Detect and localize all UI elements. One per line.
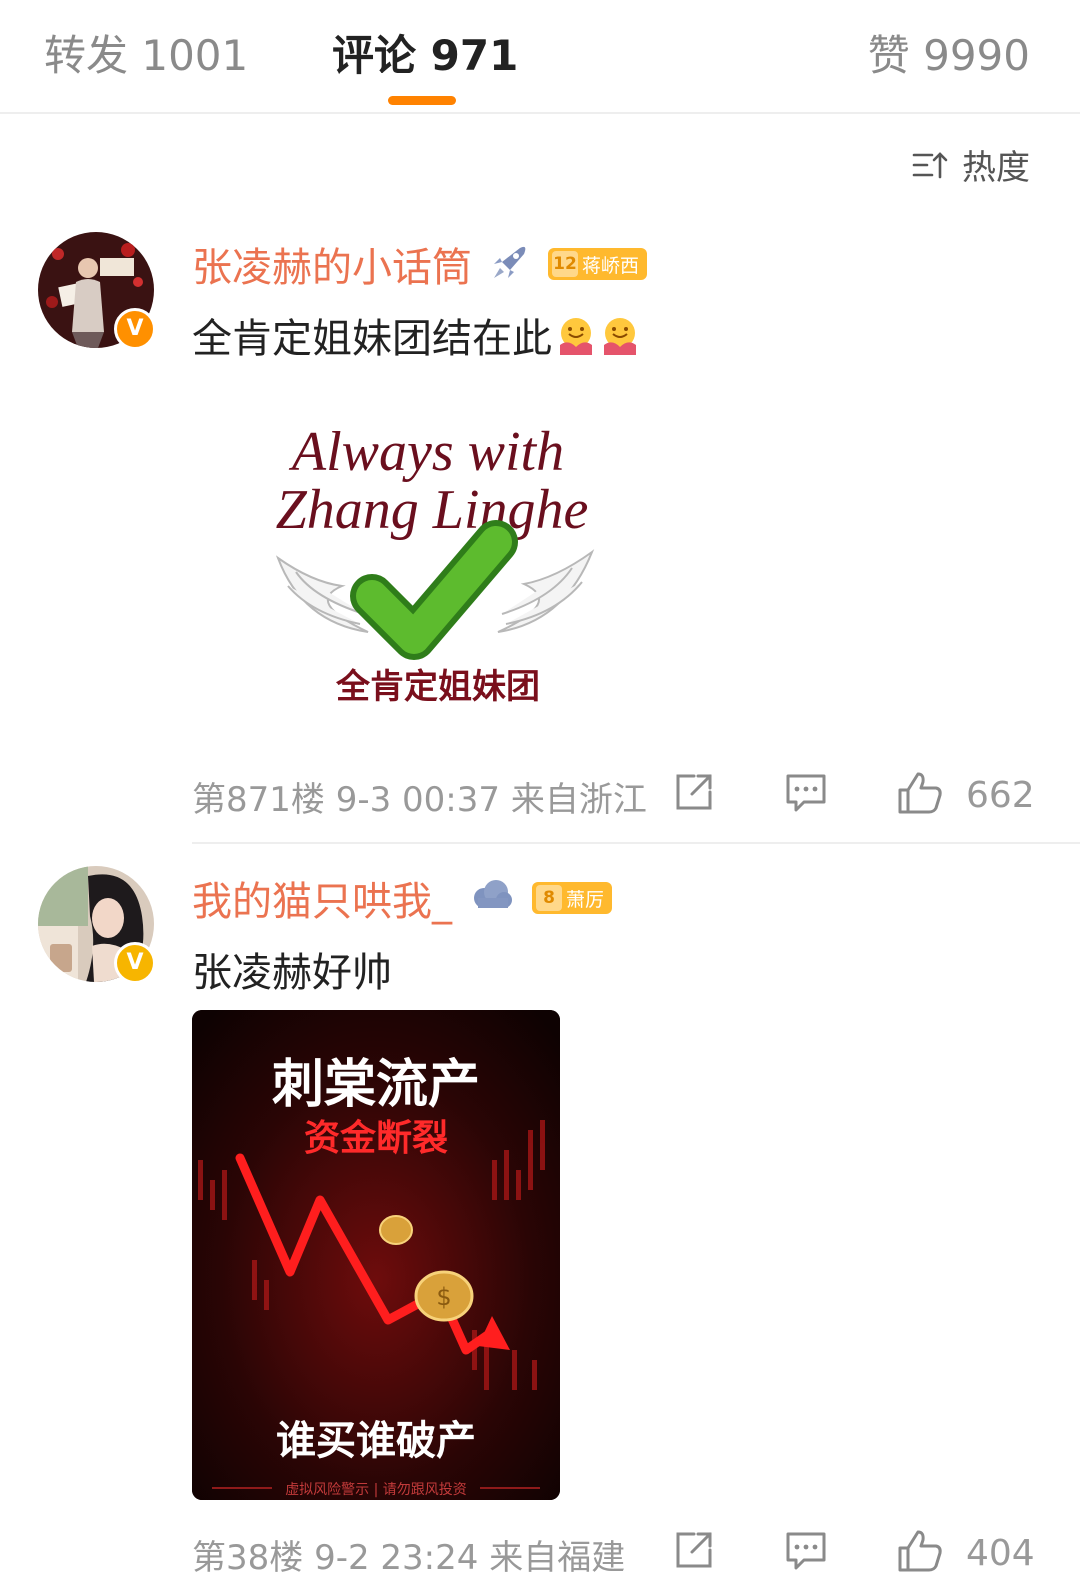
- share-icon: [672, 1532, 716, 1576]
- reply-button[interactable]: [784, 1528, 828, 1576]
- share-icon: [672, 774, 716, 818]
- share-button[interactable]: [672, 770, 716, 818]
- badge-text: 萧厉: [566, 888, 605, 911]
- avatar[interactable]: V: [38, 232, 156, 350]
- comment-actions: 404: [672, 1528, 1035, 1578]
- username[interactable]: 张凌赫的小话筒: [192, 235, 472, 293]
- verified-badge-icon: V: [114, 942, 156, 984]
- fan-badge[interactable]: 8 萧厉: [532, 882, 613, 914]
- comment-bubble-icon: [784, 1532, 828, 1576]
- badge-text: 蒋峤西: [582, 254, 640, 277]
- avatar[interactable]: V: [38, 866, 156, 984]
- sort-icon: [912, 150, 948, 180]
- like-button[interactable]: 404: [896, 1528, 1035, 1578]
- comment-meta: 第38楼 9-2 23:24 来自福建: [192, 1538, 626, 1578]
- active-tab-indicator: [388, 96, 456, 105]
- like-button[interactable]: 662: [896, 770, 1035, 820]
- username[interactable]: 我的猫只哄我_: [192, 869, 452, 927]
- comment-bubble-icon: [784, 774, 828, 818]
- thumbs-up-icon: [896, 770, 944, 820]
- image-slogan: 谁买谁破产: [276, 1418, 476, 1464]
- image-headline: 刺棠流产: [272, 1055, 480, 1115]
- like-count: 662: [966, 774, 1035, 816]
- like-count: 404: [966, 1532, 1035, 1574]
- comment-text: 全肯定姐妹团结在此: [192, 316, 552, 362]
- comment-text: 张凌赫好帅: [192, 950, 392, 996]
- badge-level: 12: [552, 251, 578, 277]
- fan-badge[interactable]: 12 蒋峤西: [548, 248, 648, 280]
- comment-meta: 第871楼 9-3 00:37 来自浙江: [192, 780, 647, 820]
- hug-emoji-icon: [556, 315, 596, 355]
- tab-repost[interactable]: 转发 1001: [44, 22, 248, 83]
- image-caption: 全肯定姐妹团: [335, 667, 540, 707]
- thumbs-up-icon: [896, 1528, 944, 1578]
- reply-button[interactable]: [784, 770, 828, 818]
- tab-bar: 转发 1001 评论 971 赞 9990: [0, 0, 1080, 114]
- comment-divider: [192, 842, 1080, 844]
- sort-button[interactable]: 热度: [912, 140, 1030, 189]
- hug-emoji-icon: [600, 315, 640, 355]
- image-title-line2: Zhang Linghe: [276, 479, 589, 541]
- comment-actions: 662: [672, 770, 1035, 820]
- badge-level: 8: [536, 885, 562, 911]
- image-title-line1: Always with: [288, 421, 564, 483]
- rocket-icon: [490, 242, 530, 286]
- tab-likes[interactable]: 赞 9990: [868, 22, 1030, 83]
- sort-label: 热度: [962, 148, 1030, 188]
- comment-text-row: 张凌赫好帅: [192, 940, 392, 998]
- cloud-icon: [470, 878, 514, 918]
- image-subheadline: 资金断裂: [304, 1117, 448, 1159]
- comment-text-row: 全肯定姐妹团结在此: [192, 306, 640, 364]
- verified-badge-icon: V: [114, 308, 156, 350]
- tab-comments[interactable]: 评论 971: [332, 22, 518, 83]
- svg-text:$: $: [436, 1283, 451, 1311]
- image-footer: 虚拟风险警示 | 请勿跟风投资: [285, 1482, 467, 1498]
- comment-image[interactable]: Always with Zhang Linghe 全肯定姐妹团: [192, 382, 652, 742]
- share-button[interactable]: [672, 1528, 716, 1576]
- comment-image[interactable]: $ 刺棠流产 资金断裂 谁买谁破产 虚拟风险警示 | 请勿跟风投资: [192, 1010, 560, 1500]
